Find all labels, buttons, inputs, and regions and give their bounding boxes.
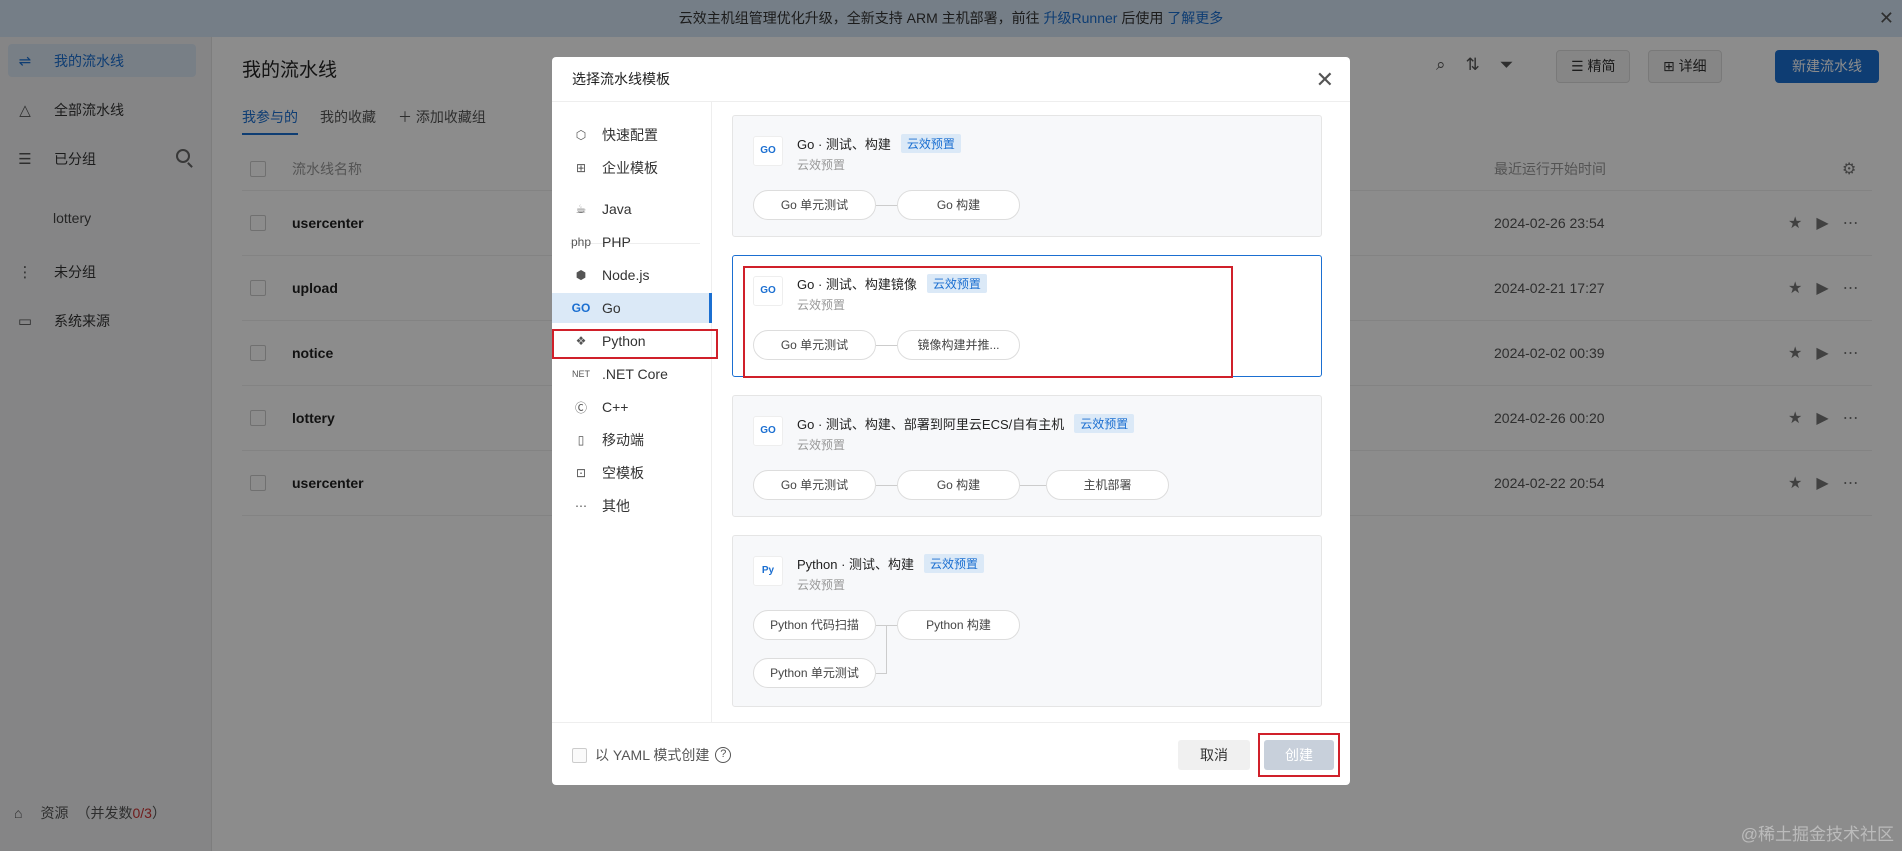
category-label: C++ [602,399,629,415]
grid-icon: ⊞ [575,161,587,175]
mobile-icon: ▯ [577,433,585,447]
close-icon[interactable]: ✕ [1316,57,1334,102]
category-label: PHP [602,234,631,250]
yaml-mode-checkbox[interactable] [572,747,587,763]
category-label: 其他 [602,498,630,514]
go-icon: GO [753,136,783,166]
step-node: Python 代码扫描 [753,610,876,640]
template-card-go-test-build[interactable]: GO Go · 测试、构建 云效预置 云效预置 Go 单元测试 Go 构建 [732,115,1322,237]
template-title-text: Go · 测试、构建 [797,137,891,152]
step-connector [876,673,887,674]
category-label: .NET Core [602,366,668,382]
step-node: Go 构建 [897,470,1020,500]
template-category-list: ⬡ 快速配置 ⊞ 企业模板 ☕ Java php PHP ⬢ Node.js GO Go ❖… [552,102,712,722]
python-icon: Py [753,556,783,586]
step-node: 主机部署 [1046,470,1169,500]
step-node: Python 构建 [897,610,1020,640]
go-icon: GO [753,416,783,446]
step-connector [886,625,887,673]
category-quick-config[interactable]: ⬡ 快速配置 [552,120,712,150]
go-icon: GO [571,301,591,315]
more-icon: ⋯ [575,499,587,513]
preset-tag: 云效预置 [900,134,961,153]
category-other[interactable]: ⋯ 其他 [552,491,712,521]
template-title: Go · 测试、构建、部署到阿里云ECS/自有主机 云效预置 [797,414,1135,433]
category-label: 空模板 [602,465,644,481]
category-mobile[interactable]: ▯ 移动端 [552,425,712,455]
preset-tag: 云效预置 [924,554,985,573]
category-php[interactable]: php PHP [552,227,712,257]
template-title-text: Go · 测试、构建、部署到阿里云ECS/自有主机 [797,417,1065,432]
blank-template-icon: ⊡ [575,466,587,480]
template-subtitle: 云效预置 [797,438,846,452]
category-go-highlight [552,329,718,359]
watermark: @稀土掘金技术社区 [1740,825,1894,844]
category-label: Java [602,201,632,217]
category-java[interactable]: ☕ Java [552,194,712,224]
category-enterprise-template[interactable]: ⊞ 企业模板 [552,153,712,183]
template-modal: 选择流水线模板 ✕ ⬡ 快速配置 ⊞ 企业模板 ☕ Java php PHP ⬢ Node… [552,57,1350,785]
create-button-highlight [1258,733,1340,777]
php-icon: php [570,235,592,249]
yaml-mode-option[interactable]: 以 YAML 模式创建 ? [572,745,732,765]
step-connector [1020,485,1046,486]
category-label: Go [602,300,621,316]
category-label: 移动端 [602,432,644,448]
category-blank-template[interactable]: ⊡ 空模板 [552,458,712,488]
step-node: Go 构建 [897,190,1020,220]
template-subtitle: 云效预置 [797,158,846,172]
step-connector [876,485,897,486]
template-subtitle: 云效预置 [797,578,846,592]
category-label: 快速配置 [602,127,658,143]
modal-header: 选择流水线模板 ✕ [552,57,1350,102]
step-node: Python 单元测试 [753,658,876,688]
cube-icon: ⬡ [575,128,587,142]
category-label: Node.js [602,267,650,283]
category-cpp[interactable]: Ⓒ C++ [552,392,712,422]
category-go[interactable]: GO Go [552,293,712,323]
dotnet-icon: NET [572,369,590,379]
step-node: Go 单元测试 [753,470,876,500]
modal-title: 选择流水线模板 [572,71,670,87]
cpp-icon: Ⓒ [574,400,587,415]
modal-footer: 以 YAML 模式创建 ? 取消 创建 [552,722,1350,785]
template-highlight [743,266,1233,378]
yaml-mode-label: 以 YAML 模式创建 [595,747,710,763]
java-icon: ☕ [575,202,587,216]
template-card-python-test-build[interactable]: Py Python · 测试、构建 云效预置 云效预置 Python 代码扫描 P… [732,535,1322,707]
template-title-text: Python · 测试、构建 [797,557,915,572]
template-title: Python · 测试、构建 云效预置 [797,554,985,573]
step-connector [876,205,897,206]
step-node: Go 单元测试 [753,190,876,220]
category-label: 企业模板 [602,160,658,176]
nodejs-icon: ⬢ [575,268,587,282]
cancel-button[interactable]: 取消 [1178,740,1250,770]
template-title: Go · 测试、构建 云效预置 [797,134,961,153]
preset-tag: 云效预置 [1074,414,1135,433]
template-card-go-test-build-deploy[interactable]: GO Go · 测试、构建、部署到阿里云ECS/自有主机 云效预置 云效预置 Go… [732,395,1322,517]
category-dotnet[interactable]: NET .NET Core [552,359,712,389]
category-nodejs[interactable]: ⬢ Node.js [552,260,712,290]
help-icon[interactable]: ? [715,747,732,763]
template-list: GO Go · 测试、构建 云效预置 云效预置 Go 单元测试 Go 构建 GO … [712,102,1350,722]
